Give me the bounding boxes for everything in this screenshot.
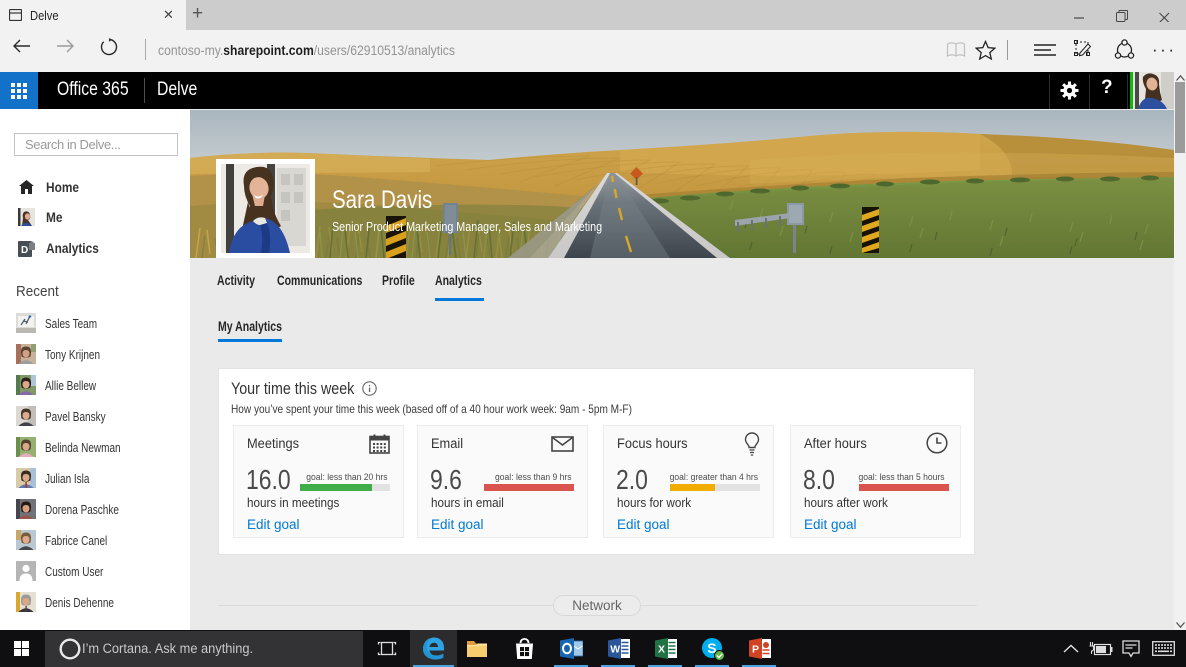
svg-text:P: P xyxy=(752,644,759,656)
svg-text:D: D xyxy=(21,245,28,256)
svg-text:X: X xyxy=(658,644,665,656)
svg-text:W: W xyxy=(610,644,620,656)
